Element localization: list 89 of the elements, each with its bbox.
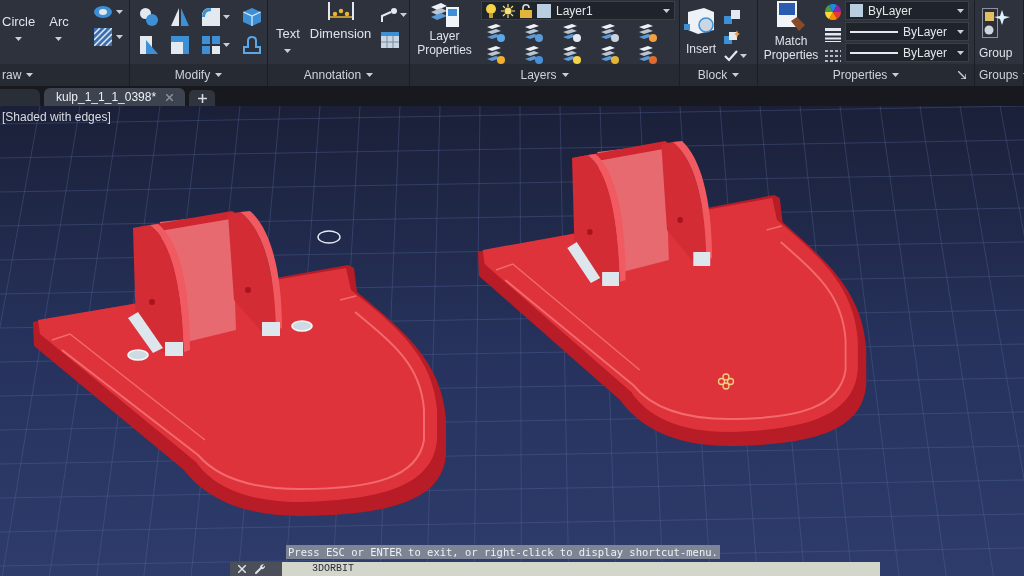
caret-icon[interactable] (223, 15, 230, 19)
squares-icon[interactable] (724, 10, 740, 24)
sheet-triangle-icon[interactable] (140, 36, 158, 54)
nested-squares-icon[interactable] (171, 36, 189, 54)
caret-icon (957, 29, 964, 34)
ribbon-button[interactable]: Arc (49, 4, 69, 41)
color-dropdown[interactable]: ByLayer (845, 1, 969, 20)
stacked-sheets-icon[interactable] (601, 24, 619, 42)
caret-icon (663, 8, 670, 13)
wrench-icon[interactable] (255, 564, 265, 574)
caret-icon (55, 36, 63, 41)
lineweight-dropdown[interactable]: ByLayer (845, 22, 969, 41)
stacked-sheets-icon (430, 1, 459, 27)
mirror-triangles-icon[interactable] (171, 8, 189, 26)
panel-title-button[interactable]: Block (697, 66, 740, 84)
caret-icon (957, 50, 964, 55)
dashed-lines-icon[interactable] (825, 50, 841, 62)
panel-title-button[interactable]: Modify (174, 66, 223, 84)
file-tab[interactable]: kulp_1_1_1_0398* (44, 88, 186, 106)
new-tab-button[interactable] (189, 90, 216, 106)
ribbon-button[interactable]: Group (979, 8, 1013, 62)
caret-icon (957, 8, 964, 13)
padlock-icon (520, 3, 532, 18)
ribbon-button[interactable]: Match Properties (761, 1, 821, 62)
ribbon-button[interactable]: Text (276, 2, 300, 53)
ribbon-button[interactable]: Layer Properties (414, 1, 475, 57)
color-swatch-icon (850, 4, 863, 17)
visual-style-label[interactable]: [Shaded with edges] (2, 108, 111, 126)
caret-icon[interactable] (223, 43, 230, 47)
stacked-lines-icon[interactable] (825, 28, 841, 42)
command-input-text[interactable]: 3DORBIT (282, 563, 354, 575)
caret-icon (15, 36, 23, 41)
layer-dropdown[interactable]: Layer1 (481, 1, 675, 20)
caret-icon[interactable] (400, 13, 408, 17)
bars-dots-icon (327, 2, 354, 20)
document-icon (777, 1, 805, 31)
panel-title-button[interactable]: raw (2, 66, 34, 84)
squares-star-icon[interactable] (724, 30, 740, 44)
stacked-sheets-icon[interactable] (525, 46, 543, 64)
caret-icon[interactable] (116, 35, 123, 39)
stacked-sheets-icon[interactable] (487, 24, 505, 42)
caret-icon (26, 73, 34, 77)
line-dot-icon[interactable] (381, 8, 398, 22)
caret-icon (561, 73, 569, 77)
stacked-sheets-icon[interactable] (487, 46, 505, 64)
line-sample-icon (850, 51, 898, 54)
grid-squares-icon[interactable] (202, 36, 220, 54)
arch-outline-icon[interactable] (243, 36, 261, 54)
tick-icon[interactable] (724, 50, 738, 62)
line-sample-icon (850, 30, 898, 33)
stacked-sheets-icon[interactable] (639, 46, 657, 64)
stacked-sheets-icon[interactable] (525, 24, 543, 42)
linetype-dropdown[interactable]: ByLayer (845, 43, 969, 62)
stacked-sheets-icon[interactable] (639, 24, 657, 42)
panel-title-button[interactable]: Annotation (303, 66, 374, 84)
cube-icon[interactable] (243, 8, 261, 26)
ellipse-marker-icon (317, 230, 341, 244)
ellipse-icon[interactable] (94, 6, 112, 18)
caret-icon[interactable] (116, 10, 123, 14)
sun-icon (501, 3, 515, 18)
color-wheel-icon[interactable] (825, 4, 841, 20)
caret-icon (215, 73, 223, 77)
panel-title-button[interactable]: Properties (832, 66, 900, 84)
caret-icon (892, 73, 900, 77)
caret-icon[interactable] (740, 54, 747, 58)
fillet-corner-icon[interactable] (202, 8, 220, 26)
hatched-square-icon[interactable] (94, 28, 112, 46)
panel-title-button[interactable]: Groups (979, 66, 1024, 84)
caret-icon (366, 73, 374, 77)
table-icon[interactable] (381, 32, 400, 48)
color-swatch-icon (537, 3, 551, 18)
plus-icon (197, 93, 207, 103)
ribbon-button[interactable]: Dimension (309, 2, 372, 44)
ribbon-button[interactable]: Insert (684, 4, 718, 58)
stacked-sheets-icon[interactable] (563, 46, 581, 64)
stacked-sheets-icon[interactable] (563, 24, 581, 42)
viewport[interactable]: [Shaded with edges] Press ESC or ENTER to exit, or right-click to display shortcut-menu. 3DORBIT (0, 106, 1024, 576)
caret-icon (284, 48, 292, 53)
panel-title-button[interactable]: Layers (520, 66, 569, 84)
command-tooltip: Press ESC or ENTER to exit, or right-click to display shortcut-menu. (286, 545, 720, 559)
shapes-star-icon (981, 8, 1010, 38)
corner-arrow-icon[interactable] (958, 71, 966, 79)
lightbulb-icon (486, 3, 496, 18)
orbit-cursor-icon (717, 373, 735, 390)
caret-icon (732, 73, 740, 77)
stacked-sheets-icon[interactable] (601, 46, 619, 64)
circles-icon[interactable] (140, 8, 158, 26)
close-icon[interactable] (166, 93, 174, 101)
ribbon-button[interactable]: Circle (2, 4, 36, 41)
